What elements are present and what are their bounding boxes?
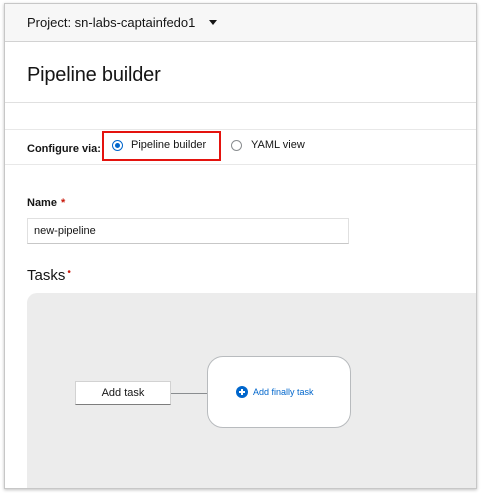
pipeline-builder-radio[interactable]: [112, 140, 123, 151]
required-dot: •: [67, 267, 71, 278]
page-header: Pipeline builder: [5, 43, 476, 103]
name-input[interactable]: new-pipeline: [27, 218, 349, 244]
tasks-heading: Tasks •: [27, 267, 71, 284]
yaml-view-radio[interactable]: [231, 140, 242, 151]
page-title: Pipeline builder: [27, 64, 161, 86]
configure-via-label: Configure via:: [27, 143, 101, 155]
yaml-view-radio-label[interactable]: YAML view: [251, 139, 305, 151]
finally-task-node: Add finally task: [207, 356, 351, 428]
project-bar: Project: sn-labs-captainfedo1: [5, 4, 476, 42]
app-window: Project: sn-labs-captainfedo1 Pipeline b…: [4, 3, 477, 489]
required-asterisk: *: [60, 197, 66, 209]
name-field-label: Name *: [27, 197, 66, 209]
caret-down-icon: [209, 20, 218, 25]
pipeline-builder-radio-label[interactable]: Pipeline builder: [131, 139, 206, 151]
add-finally-task-label: Add finally task: [253, 387, 314, 397]
project-selector[interactable]: Project: sn-labs-captainfedo1: [27, 15, 218, 30]
project-label: Project: sn-labs-captainfedo1: [27, 15, 196, 30]
configure-via-row: Configure via: Pipeline builder YAML vie…: [5, 129, 476, 165]
add-finally-task-button[interactable]: Add finally task: [236, 386, 314, 398]
plus-circle-icon: [236, 386, 248, 398]
task-connector-line: [171, 393, 207, 394]
add-task-button[interactable]: Add task: [75, 381, 171, 405]
